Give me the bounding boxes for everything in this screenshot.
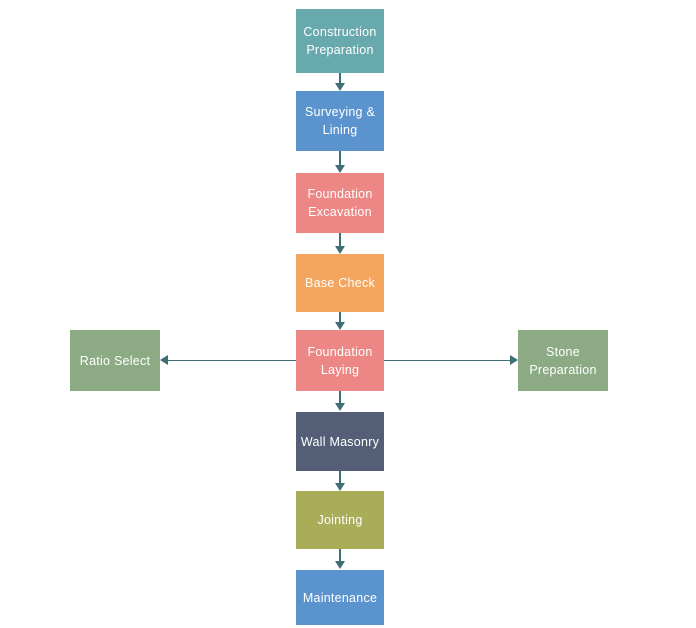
arrowhead-down-icon bbox=[335, 322, 345, 330]
arrowhead-down-icon bbox=[335, 165, 345, 173]
node-foundation-excavation[interactable]: Foundation Excavation bbox=[296, 173, 384, 233]
node-maintenance[interactable]: Maintenance bbox=[296, 570, 384, 625]
edge-foundation-laying-to-ratio-select bbox=[168, 359, 296, 362]
node-ratio-select[interactable]: Ratio Select bbox=[70, 330, 160, 391]
arrowhead-down-icon bbox=[335, 561, 345, 569]
node-jointing[interactable]: Jointing bbox=[296, 491, 384, 549]
arrowhead-down-icon bbox=[335, 246, 345, 254]
node-construction-preparation[interactable]: Construction Preparation bbox=[296, 9, 384, 73]
arrowhead-down-icon bbox=[335, 403, 345, 411]
flowchart-canvas: Construction Preparation Surveying & Lin… bbox=[0, 0, 696, 628]
arrowhead-right-icon bbox=[510, 355, 518, 366]
edge-foundation-excavation-to-base-check bbox=[339, 233, 341, 247]
node-stone-preparation[interactable]: Stone Preparation bbox=[518, 330, 608, 391]
arrowhead-down-icon bbox=[335, 83, 345, 91]
arrowhead-left-icon bbox=[160, 355, 168, 366]
arrowhead-down-icon bbox=[335, 483, 345, 491]
node-wall-masonry[interactable]: Wall Masonry bbox=[296, 412, 384, 471]
node-surveying-lining[interactable]: Surveying & Lining bbox=[296, 91, 384, 151]
edge-surveying-lining-to-foundation-excavation bbox=[339, 151, 341, 166]
node-foundation-laying[interactable]: Foundation Laying bbox=[296, 330, 384, 391]
node-base-check[interactable]: Base Check bbox=[296, 254, 384, 312]
edge-foundation-laying-to-stone-preparation bbox=[384, 359, 510, 362]
